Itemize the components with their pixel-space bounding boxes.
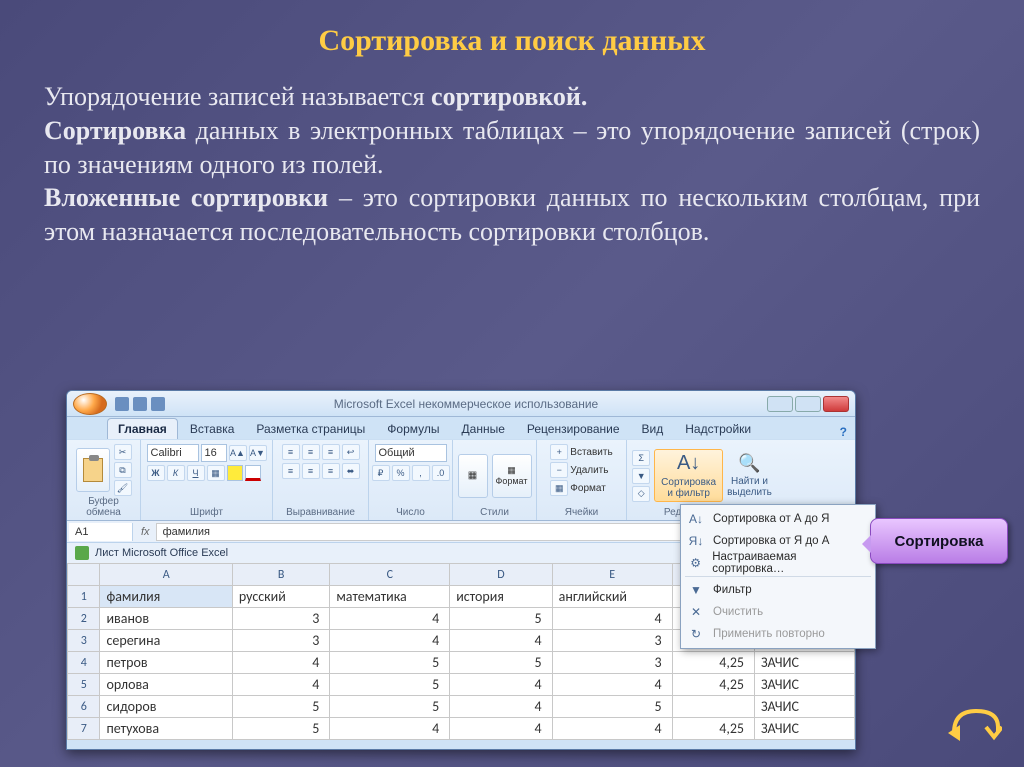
group-font-label: Шрифт	[190, 507, 223, 518]
menu-clear: ✕Очистить	[681, 601, 875, 623]
align-bottom-button[interactable]: ≡	[322, 444, 340, 460]
increase-decimal-button[interactable]: .0	[432, 465, 450, 481]
select-all-corner[interactable]	[68, 564, 100, 586]
find-select-button[interactable]: Найти и выделить	[727, 476, 772, 498]
filter-icon: ▼	[687, 583, 705, 597]
col-header-c[interactable]: C	[330, 564, 450, 586]
align-left-button[interactable]: ≡	[282, 463, 300, 479]
font-size-select[interactable]: 16	[201, 444, 227, 462]
format-button[interactable]: ▦Формат	[492, 454, 532, 498]
autosum-button[interactable]: Σ	[632, 450, 650, 466]
window-caption: Microsoft Excel некоммерческое использов…	[165, 397, 767, 411]
minimize-button[interactable]	[767, 396, 793, 412]
sort-desc-icon: Я↓	[687, 534, 705, 548]
tab-view[interactable]: Вид	[632, 419, 674, 439]
paste-button[interactable]	[76, 448, 110, 492]
slide-title: Сортировка и поиск данных	[44, 24, 980, 58]
fill-button[interactable]: ▼	[632, 468, 650, 484]
clear-button[interactable]: ◇	[632, 486, 650, 502]
group-cells-label: Ячейки	[565, 507, 599, 518]
excel-icon	[75, 546, 89, 560]
table-row[interactable]: 4 петров 4 5 5 3 4,25 ЗАЧИС	[68, 652, 855, 674]
font-color-button[interactable]	[245, 465, 261, 481]
bold-button[interactable]: Ж	[147, 465, 165, 481]
clear-icon: ✕	[687, 605, 705, 619]
sort-filter-icon: A↓	[677, 452, 700, 475]
sort-filter-menu: А↓Сортировка от А до Я Я↓Сортировка от Я…	[680, 504, 876, 649]
p1-bold: сортировкой.	[431, 82, 587, 111]
group-styles-label: Стили	[480, 507, 509, 518]
comma-button[interactable]: ,	[412, 465, 430, 481]
p1-prefix: Упорядочение записей называется	[44, 82, 431, 111]
table-row[interactable]: 7 петухова 5 4 4 4 4,25 ЗАЧИС	[68, 718, 855, 740]
format-cells-button[interactable]: ▦	[550, 480, 568, 496]
menu-reapply: ↻Применить повторно	[681, 623, 875, 645]
find-select-icon: 🔍	[738, 453, 760, 474]
help-icon[interactable]: ?	[840, 425, 847, 439]
tab-home[interactable]: Главная	[107, 418, 178, 439]
tab-page-layout[interactable]: Разметка страницы	[246, 419, 375, 439]
name-box[interactable]: A1	[69, 523, 133, 541]
group-align-label: Выравнивание	[286, 507, 355, 518]
merge-button[interactable]: ⬌	[342, 463, 360, 479]
border-button[interactable]: ▦	[207, 465, 225, 481]
menu-sort-asc[interactable]: А↓Сортировка от А до Я	[681, 508, 875, 530]
cut-button[interactable]: ✂	[114, 444, 132, 460]
return-arrow-icon	[946, 703, 1002, 747]
percent-button[interactable]: %	[392, 465, 410, 481]
wrap-text-button[interactable]: ↩	[342, 444, 360, 460]
table-row[interactable]: 5 орлова 4 5 4 4 4,25 ЗАЧИС	[68, 674, 855, 696]
currency-button[interactable]: ₽	[372, 465, 390, 481]
p3-bold: Вложенные сортировки	[44, 183, 328, 212]
group-number-label: Число	[396, 507, 425, 518]
menu-sort-desc[interactable]: Я↓Сортировка от Я до А	[681, 530, 875, 552]
fx-icon[interactable]: fx	[135, 526, 156, 538]
p2-bold: Сортировка	[44, 116, 186, 145]
ribbon-tabs: Главная Вставка Разметка страницы Формул…	[67, 417, 855, 439]
underline-button[interactable]: Ч	[187, 465, 205, 481]
callout-label: Сортировка	[870, 518, 1008, 564]
sort-filter-button[interactable]: A↓ Сортировка и фильтр	[654, 449, 723, 502]
col-header-e[interactable]: E	[552, 564, 672, 586]
menu-custom-sort[interactable]: ⚙Настраиваемая сортировка…	[681, 552, 875, 574]
close-button[interactable]	[823, 396, 849, 412]
col-header-a[interactable]: A	[100, 564, 232, 586]
align-top-button[interactable]: ≡	[282, 444, 300, 460]
tab-data[interactable]: Данные	[452, 419, 515, 439]
tab-review[interactable]: Рецензирование	[517, 419, 630, 439]
office-button[interactable]	[73, 393, 107, 415]
tab-insert[interactable]: Вставка	[180, 419, 245, 439]
grow-font-button[interactable]: A▲	[229, 445, 247, 461]
copy-button[interactable]: ⧉	[114, 462, 132, 478]
format-painter-button[interactable]: 🖌	[114, 480, 132, 496]
menu-filter[interactable]: ▼Фильтр	[681, 579, 875, 601]
shrink-font-button[interactable]: A▼	[249, 445, 267, 461]
number-format-select[interactable]: Общий	[375, 444, 447, 462]
fill-color-button[interactable]	[227, 465, 243, 481]
custom-sort-icon: ⚙	[687, 556, 704, 570]
italic-button[interactable]: К	[167, 465, 185, 481]
maximize-button[interactable]	[795, 396, 821, 412]
cell-styles-button[interactable]: ▦	[458, 454, 488, 498]
tab-formulas[interactable]: Формулы	[377, 419, 449, 439]
col-header-b[interactable]: B	[232, 564, 329, 586]
sort-asc-icon: А↓	[687, 512, 705, 526]
align-middle-button[interactable]: ≡	[302, 444, 320, 460]
col-header-d[interactable]: D	[450, 564, 552, 586]
insert-cells-button[interactable]: +	[550, 444, 568, 460]
slide-body: Упорядочение записей называется сортиров…	[44, 80, 980, 249]
titlebar: Microsoft Excel некоммерческое использов…	[67, 391, 855, 417]
tab-addins[interactable]: Надстройки	[675, 419, 761, 439]
clipboard-icon	[83, 458, 103, 482]
back-arrow-button[interactable]	[946, 703, 1002, 747]
table-row[interactable]: 6 сидоров 5 5 4 5 ЗАЧИС	[68, 696, 855, 718]
group-clipboard-label: Буфер обмена	[73, 496, 134, 518]
font-name-select[interactable]: Calibri	[147, 444, 199, 462]
align-center-button[interactable]: ≡	[302, 463, 320, 479]
quick-access-toolbar[interactable]	[115, 397, 165, 411]
align-right-button[interactable]: ≡	[322, 463, 340, 479]
reapply-icon: ↻	[687, 627, 705, 641]
delete-cells-button[interactable]: −	[550, 462, 568, 478]
